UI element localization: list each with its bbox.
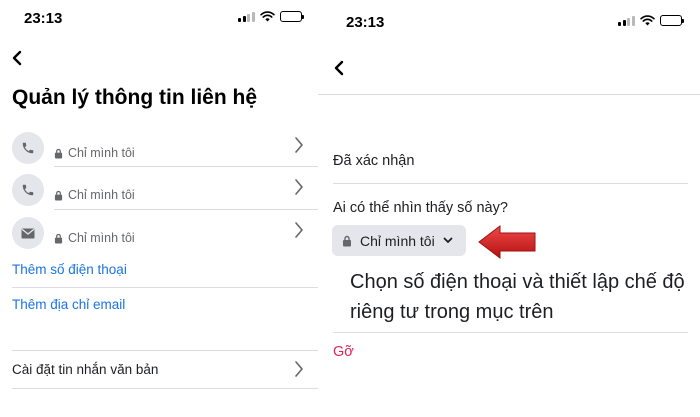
chevron-right-icon [295, 361, 303, 377]
battery-icon [659, 15, 684, 26]
lock-icon [54, 233, 63, 243]
divider [54, 166, 318, 167]
visibility-question: Ai có thể nhìn thấy số này? [333, 200, 508, 216]
status-bar: 23:13 [318, 0, 700, 34]
divider [333, 332, 688, 333]
status-time: 23:13 [346, 14, 385, 31]
left-screen: 23:13 Quản lý thông tin liên hệ Chỉ mình… [0, 0, 318, 417]
add-phone-link[interactable]: Thêm số điện thoại [12, 262, 127, 277]
divider [318, 94, 700, 95]
right-screen: 23:13 Đã xác nhận Ai có thể nhìn thấy số… [318, 0, 700, 417]
cellular-signal-icon [618, 15, 635, 26]
contact-row-email[interactable]: Chỉ mình tôi [0, 213, 318, 257]
contact-row-phone-2[interactable]: Chỉ mình tôi [0, 170, 318, 214]
chevron-right-icon [295, 222, 303, 238]
status-time: 23:13 [24, 10, 63, 27]
divider [54, 209, 318, 210]
privacy-label: Chỉ mình tôi [68, 188, 135, 202]
chevron-right-icon [295, 137, 303, 153]
divider [12, 287, 318, 288]
verified-status: Đã xác nhận [333, 153, 415, 169]
privacy-dropdown-value: Chỉ mình tôi [360, 232, 435, 249]
phone-icon [12, 174, 44, 206]
wifi-icon [259, 11, 275, 22]
back-button[interactable] [332, 60, 346, 76]
privacy-setting: Chỉ mình tôi [54, 231, 135, 245]
page-title: Quản lý thông tin liên hệ [12, 86, 257, 109]
battery-icon [279, 11, 304, 22]
privacy-dropdown[interactable]: Chỉ mình tôi [332, 225, 466, 256]
cellular-signal-icon [238, 11, 255, 22]
add-email-link[interactable]: Thêm địa chỉ email [12, 297, 125, 312]
instruction-annotation: Chọn số điện thoại và thiết lập chế độ r… [350, 271, 685, 323]
envelope-icon [12, 217, 44, 249]
status-bar: 23:13 [0, 0, 318, 34]
chevron-down-icon [443, 237, 453, 243]
privacy-label: Chỉ mình tôi [68, 231, 135, 245]
text-message-settings-item[interactable]: Cài đặt tin nhắn văn bản [12, 362, 158, 377]
phone-icon [12, 132, 44, 164]
status-icons [238, 11, 304, 22]
lock-icon [343, 235, 351, 246]
privacy-label: Chỉ mình tôi [68, 146, 135, 160]
lock-icon [54, 190, 63, 200]
privacy-setting: Chỉ mình tôi [54, 146, 135, 160]
divider [12, 388, 318, 389]
chevron-right-icon [295, 179, 303, 195]
lock-icon [54, 148, 63, 158]
status-icons [618, 15, 684, 26]
remove-button[interactable]: Gỡ [333, 344, 354, 360]
privacy-setting: Chỉ mình tôi [54, 188, 135, 202]
back-button[interactable] [10, 50, 24, 66]
divider [333, 183, 688, 184]
divider [12, 350, 318, 351]
wifi-icon [639, 15, 655, 26]
red-arrow-pointer [478, 224, 536, 260]
